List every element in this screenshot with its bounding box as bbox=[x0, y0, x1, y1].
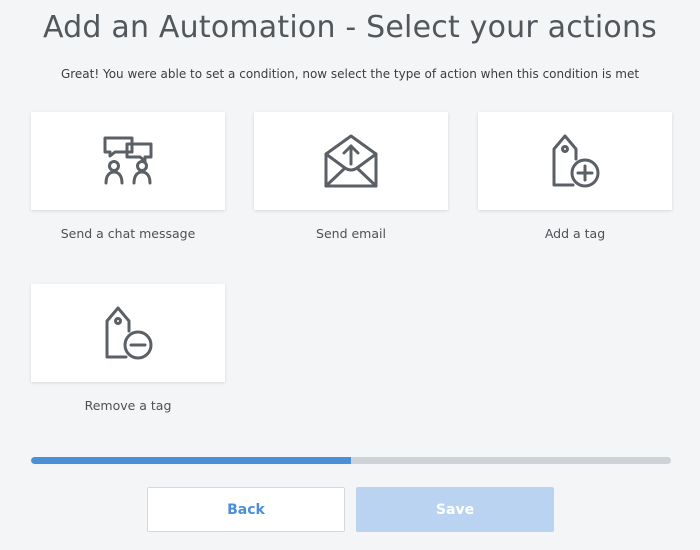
tag-add-icon bbox=[549, 133, 601, 189]
page-title: Add an Automation - Select your actions bbox=[42, 10, 658, 45]
progress-bar bbox=[31, 457, 671, 464]
chat-people-icon bbox=[102, 135, 154, 187]
action-label-send-chat-message: Send a chat message bbox=[60, 226, 196, 241]
action-card-remove-tag[interactable] bbox=[31, 284, 225, 382]
action-label-add-tag: Add a tag bbox=[544, 226, 606, 241]
action-label-remove-tag: Remove a tag bbox=[84, 398, 172, 413]
save-button[interactable]: Save bbox=[356, 487, 554, 532]
tag-remove-icon bbox=[102, 305, 154, 361]
page-subtitle: Great! You were able to set a condition,… bbox=[60, 67, 640, 81]
progress-fill bbox=[31, 457, 351, 464]
action-card-send-email[interactable] bbox=[254, 112, 448, 210]
action-card-send-chat-message[interactable] bbox=[31, 112, 225, 210]
action-card-add-tag[interactable] bbox=[478, 112, 672, 210]
back-button[interactable]: Back bbox=[147, 487, 345, 532]
action-label-send-email: Send email bbox=[316, 226, 386, 241]
email-upload-icon bbox=[323, 133, 379, 189]
